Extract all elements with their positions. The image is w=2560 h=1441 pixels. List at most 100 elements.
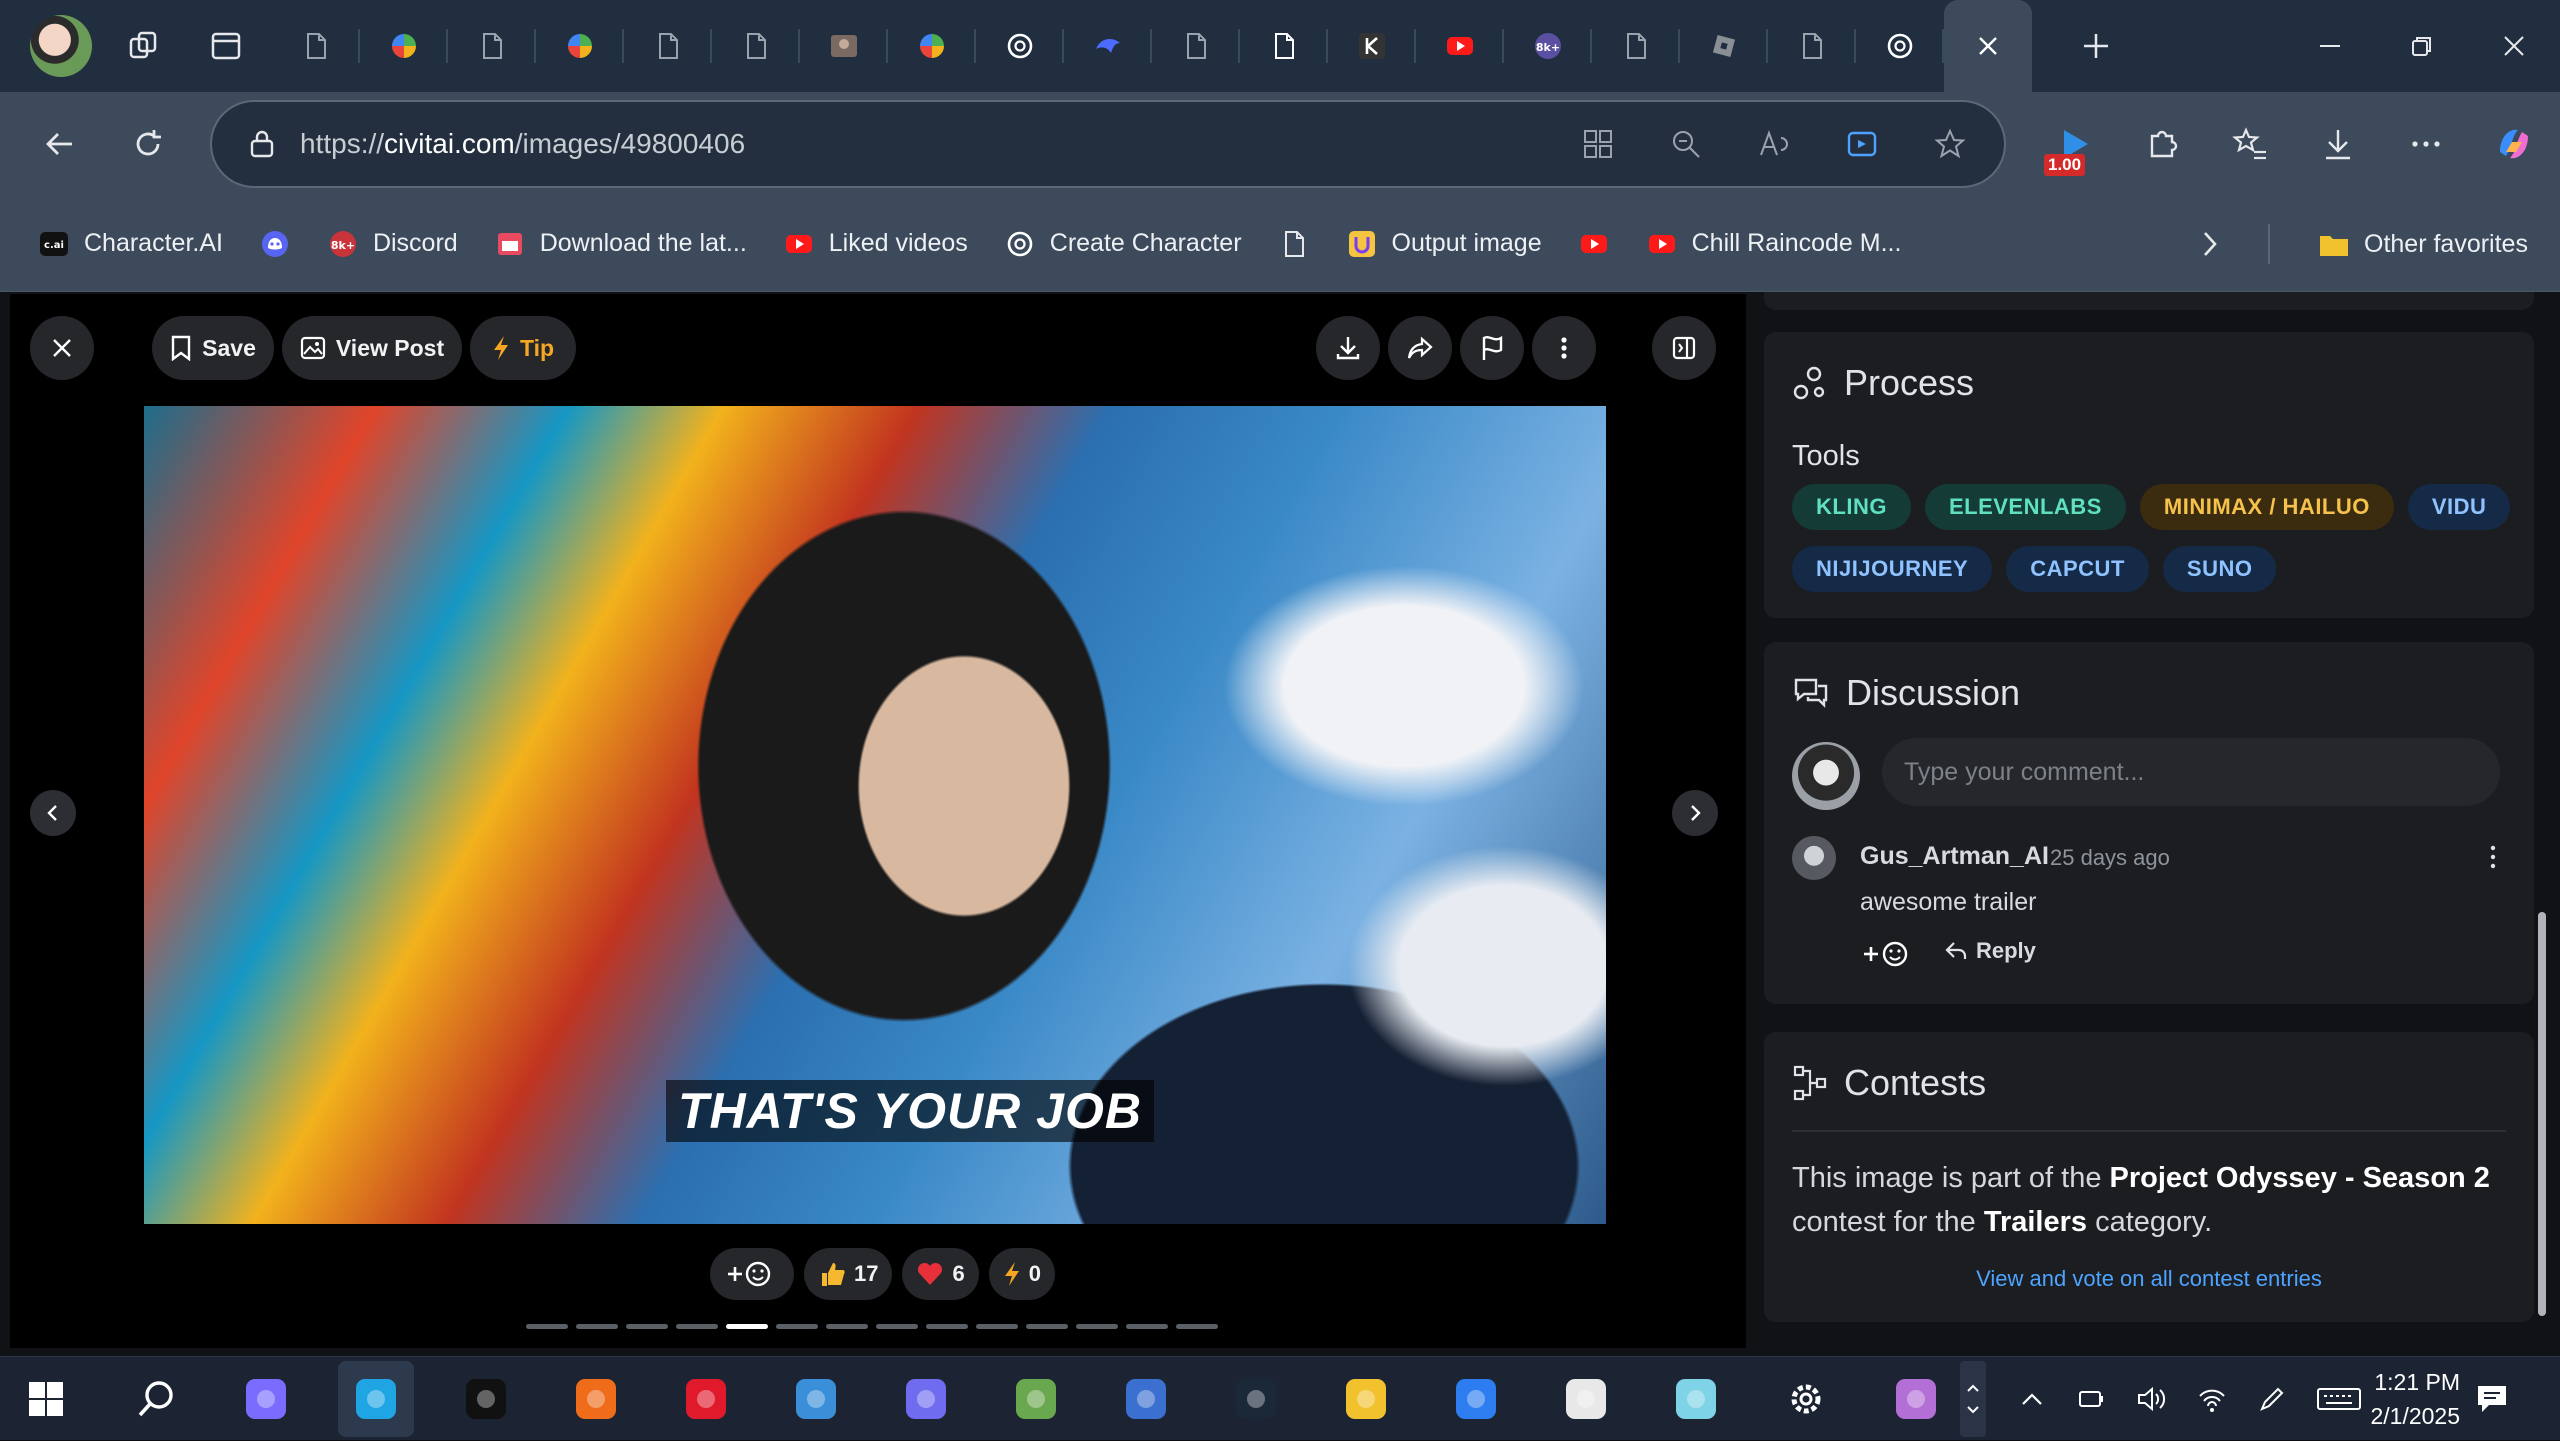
taskbar-start-button[interactable] — [8, 1361, 84, 1437]
url-text[interactable]: https://civitai.com/images/49800406 — [300, 128, 745, 160]
minimize-button[interactable] — [2284, 0, 2376, 92]
comment-options-button[interactable] — [2478, 842, 2508, 872]
taskbar-minecraft-button[interactable] — [998, 1361, 1074, 1437]
favorite-item[interactable]: Liked videos — [765, 214, 986, 274]
commenter-avatar[interactable] — [1792, 836, 1836, 880]
tab-actions-icon[interactable] — [204, 24, 248, 68]
tool-chip[interactable]: ELEVENLABS — [1924, 484, 2126, 530]
browser-tab[interactable] — [1416, 15, 1504, 77]
buzz-reaction-button[interactable]: 0 — [988, 1248, 1055, 1300]
pager-dot[interactable] — [1076, 1324, 1118, 1329]
show-hidden-icons-chevron-icon[interactable] — [2014, 1381, 2050, 1417]
commenter-username[interactable]: Gus_Artman_AI — [1860, 842, 2049, 871]
pager-dot[interactable] — [676, 1324, 718, 1329]
taskbar-copilot-button[interactable] — [228, 1361, 304, 1437]
browser-tab[interactable] — [536, 15, 624, 77]
tool-chip[interactable]: KLING — [1792, 484, 1911, 530]
workspaces-icon[interactable] — [122, 24, 166, 68]
taskbar-clicker-button[interactable] — [558, 1361, 634, 1437]
battery-plug-icon[interactable] — [2074, 1381, 2110, 1417]
tool-chip[interactable]: CAPCUT — [2006, 546, 2149, 592]
taskbar-steam-button[interactable] — [1218, 1361, 1294, 1437]
close-icon[interactable] — [1973, 31, 2003, 61]
browser-tab[interactable] — [360, 15, 448, 77]
favorite-item[interactable]: Download the lat... — [476, 214, 765, 274]
browser-tab[interactable] — [1064, 15, 1152, 77]
close-window-button[interactable] — [2468, 0, 2560, 92]
save-button[interactable]: Save — [152, 316, 274, 380]
taskbar-edge-button[interactable] — [338, 1360, 414, 1437]
page-scrollbar-track[interactable] — [2544, 292, 2558, 1356]
pager-dot[interactable] — [576, 1324, 618, 1329]
browser-tab[interactable]: 8k+ — [1504, 15, 1592, 77]
tab-active-close[interactable] — [1944, 0, 2032, 92]
report-button[interactable] — [1460, 316, 1524, 380]
taskbar-search-button[interactable] — [118, 1361, 194, 1437]
reply-button[interactable]: Reply — [1944, 938, 2036, 964]
toggle-sidebar-button[interactable] — [1652, 316, 1716, 380]
previous-image-button[interactable] — [30, 790, 76, 836]
browser-tab[interactable] — [1592, 15, 1680, 77]
favorite-item[interactable]: Create Character — [986, 214, 1260, 274]
next-image-button[interactable] — [1672, 790, 1718, 836]
browser-tab[interactable] — [1240, 15, 1328, 77]
browser-tab[interactable] — [1856, 15, 1944, 77]
taskbar-roblox-button[interactable] — [1548, 1361, 1624, 1437]
more-menu-icon[interactable] — [2382, 100, 2470, 188]
pager-dot[interactable] — [1176, 1324, 1218, 1329]
page-scrollbar-thumb[interactable] — [2538, 912, 2546, 1316]
favorite-item[interactable]: 8k+ Discord — [309, 214, 476, 274]
more-options-button[interactable] — [1532, 316, 1596, 380]
share-button[interactable] — [1388, 316, 1452, 380]
taskbar-file-explorer-button[interactable] — [1328, 1361, 1404, 1437]
taskbar-settings-button[interactable] — [1768, 1361, 1844, 1437]
copilot-vision-icon[interactable] — [1838, 120, 1886, 168]
comment-add-reaction-button[interactable] — [1860, 938, 1918, 970]
browser-tab[interactable] — [976, 15, 1064, 77]
pen-icon[interactable] — [2254, 1381, 2290, 1417]
favorite-item[interactable]: Chill Raincode M... — [1628, 214, 1920, 274]
browser-tab[interactable] — [624, 15, 712, 77]
pager-dot[interactable] — [976, 1324, 1018, 1329]
tool-chip[interactable]: NIJIJOURNEY — [1792, 546, 1993, 592]
taskbar-photos-button[interactable] — [1108, 1361, 1184, 1437]
favorites-overflow-button[interactable] — [2180, 214, 2240, 274]
tip-button[interactable]: Tip — [470, 316, 576, 380]
browser-tab[interactable] — [272, 15, 360, 77]
taskbar-discord-button[interactable] — [888, 1361, 964, 1437]
contest-category[interactable]: Trailers — [1984, 1206, 2087, 1238]
read-aloud-icon[interactable] — [1750, 120, 1798, 168]
contest-name[interactable]: Project Odyssey - Season 2 — [2110, 1162, 2490, 1194]
taskbar-clock[interactable]: 1:21 PM 2/1/2025 — [2320, 1365, 2460, 1433]
favorite-item[interactable] — [1560, 214, 1628, 274]
favorite-star-icon[interactable] — [1926, 120, 1974, 168]
pager-dot[interactable] — [1126, 1324, 1168, 1329]
refresh-button[interactable] — [118, 114, 178, 174]
browser-tab[interactable] — [800, 15, 888, 77]
new-tab-button[interactable] — [2052, 15, 2140, 77]
profile-avatar[interactable] — [30, 15, 92, 77]
contest-entries-link[interactable]: View and vote on all contest entries — [1764, 1266, 2534, 1292]
taskbar-opera-button[interactable] — [668, 1361, 744, 1437]
address-bar[interactable]: https://civitai.com/images/49800406 — [210, 100, 2006, 188]
pager-dot[interactable] — [926, 1324, 968, 1329]
browser-tab[interactable] — [1152, 15, 1240, 77]
wifi-icon[interactable] — [2194, 1381, 2230, 1417]
favorite-item[interactable]: Output image — [1328, 214, 1560, 274]
back-button[interactable] — [30, 114, 90, 174]
close-viewer-button[interactable] — [30, 316, 94, 380]
pager-dot[interactable] — [826, 1324, 868, 1329]
heart-reaction-button[interactable]: 6 — [902, 1248, 979, 1300]
download-button[interactable] — [1316, 316, 1380, 380]
other-favorites-folder[interactable]: Other favorites — [2300, 214, 2546, 274]
pager-dot[interactable] — [526, 1324, 568, 1329]
current-user-avatar[interactable] — [1792, 742, 1860, 810]
browser-tab[interactable] — [712, 15, 800, 77]
browser-tab[interactable] — [888, 15, 976, 77]
like-reaction-button[interactable]: 17 — [804, 1248, 893, 1300]
browser-tab[interactable] — [1680, 15, 1768, 77]
pager-dot[interactable] — [726, 1324, 768, 1329]
favorites-icon[interactable] — [2206, 100, 2294, 188]
media-preview[interactable]: THAT'S YOUR JOB — [144, 406, 1606, 1224]
add-reaction-button[interactable] — [710, 1248, 794, 1300]
